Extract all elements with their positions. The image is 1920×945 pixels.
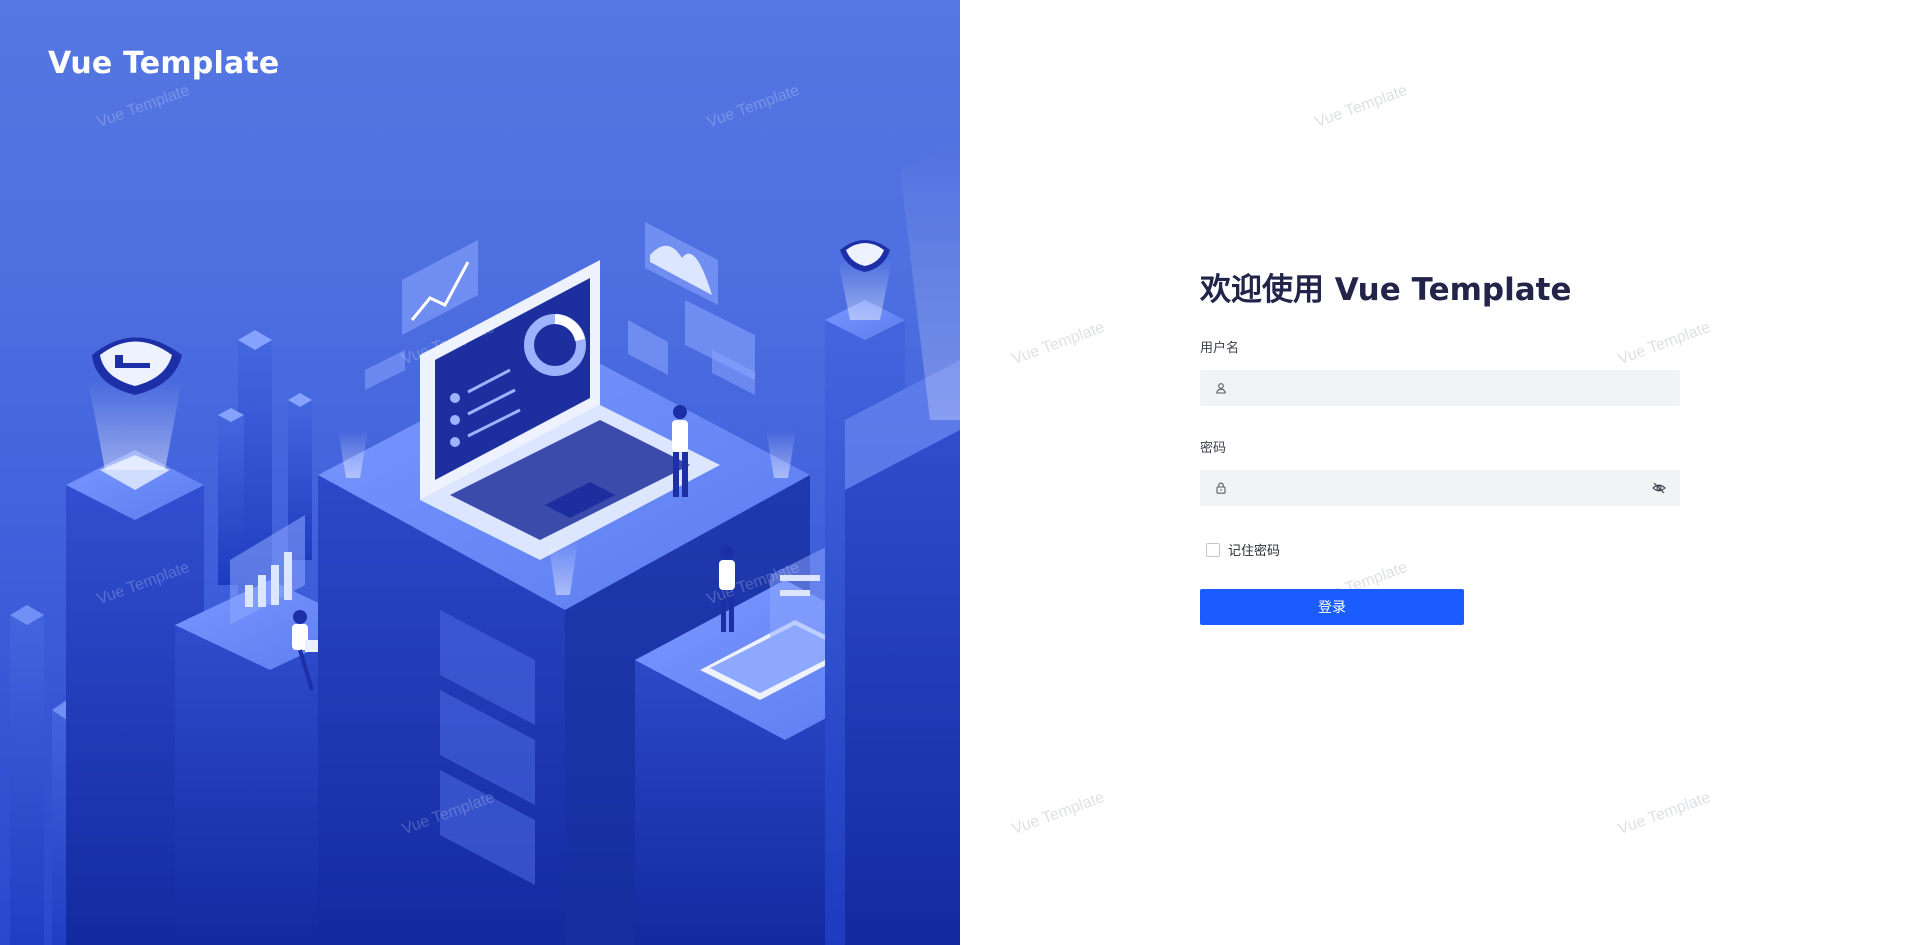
watermark: Vue Template — [1312, 81, 1410, 132]
watermark: Vue Template — [1009, 788, 1107, 839]
login-page: Vue Template Vue Template Vue Template V… — [0, 0, 1920, 945]
login-panel: Vue Template Vue Template Vue Template V… — [960, 0, 1920, 945]
eye-off-icon[interactable] — [1652, 481, 1666, 495]
remember-label[interactable]: 记住密码 — [1228, 540, 1280, 559]
username-label: 用户名 — [1200, 340, 1240, 355]
password-input[interactable] — [1236, 471, 1680, 505]
brand-logo-text: Vue Template — [48, 46, 280, 81]
lock-icon — [1214, 481, 1228, 495]
login-button[interactable]: 登录 — [1200, 589, 1464, 625]
hero-panel: Vue Template Vue Template Vue Template V… — [0, 0, 960, 945]
user-icon — [1214, 381, 1228, 395]
remember-password-row: 记住密码 — [1200, 540, 1680, 559]
login-form: 欢迎使用 Vue Template 用户名 密码 记住密码 登录 — [1200, 270, 1680, 625]
isometric-city-illustration — [10, 140, 960, 945]
watermark: Vue Template — [1615, 788, 1713, 839]
remember-checkbox[interactable] — [1206, 542, 1220, 557]
password-label: 密码 — [1200, 440, 1227, 455]
welcome-title: 欢迎使用 Vue Template — [1200, 272, 1572, 308]
username-input[interactable] — [1236, 371, 1680, 405]
watermark: Vue Template — [1009, 318, 1107, 369]
password-field — [1200, 470, 1680, 506]
username-field — [1200, 370, 1680, 406]
